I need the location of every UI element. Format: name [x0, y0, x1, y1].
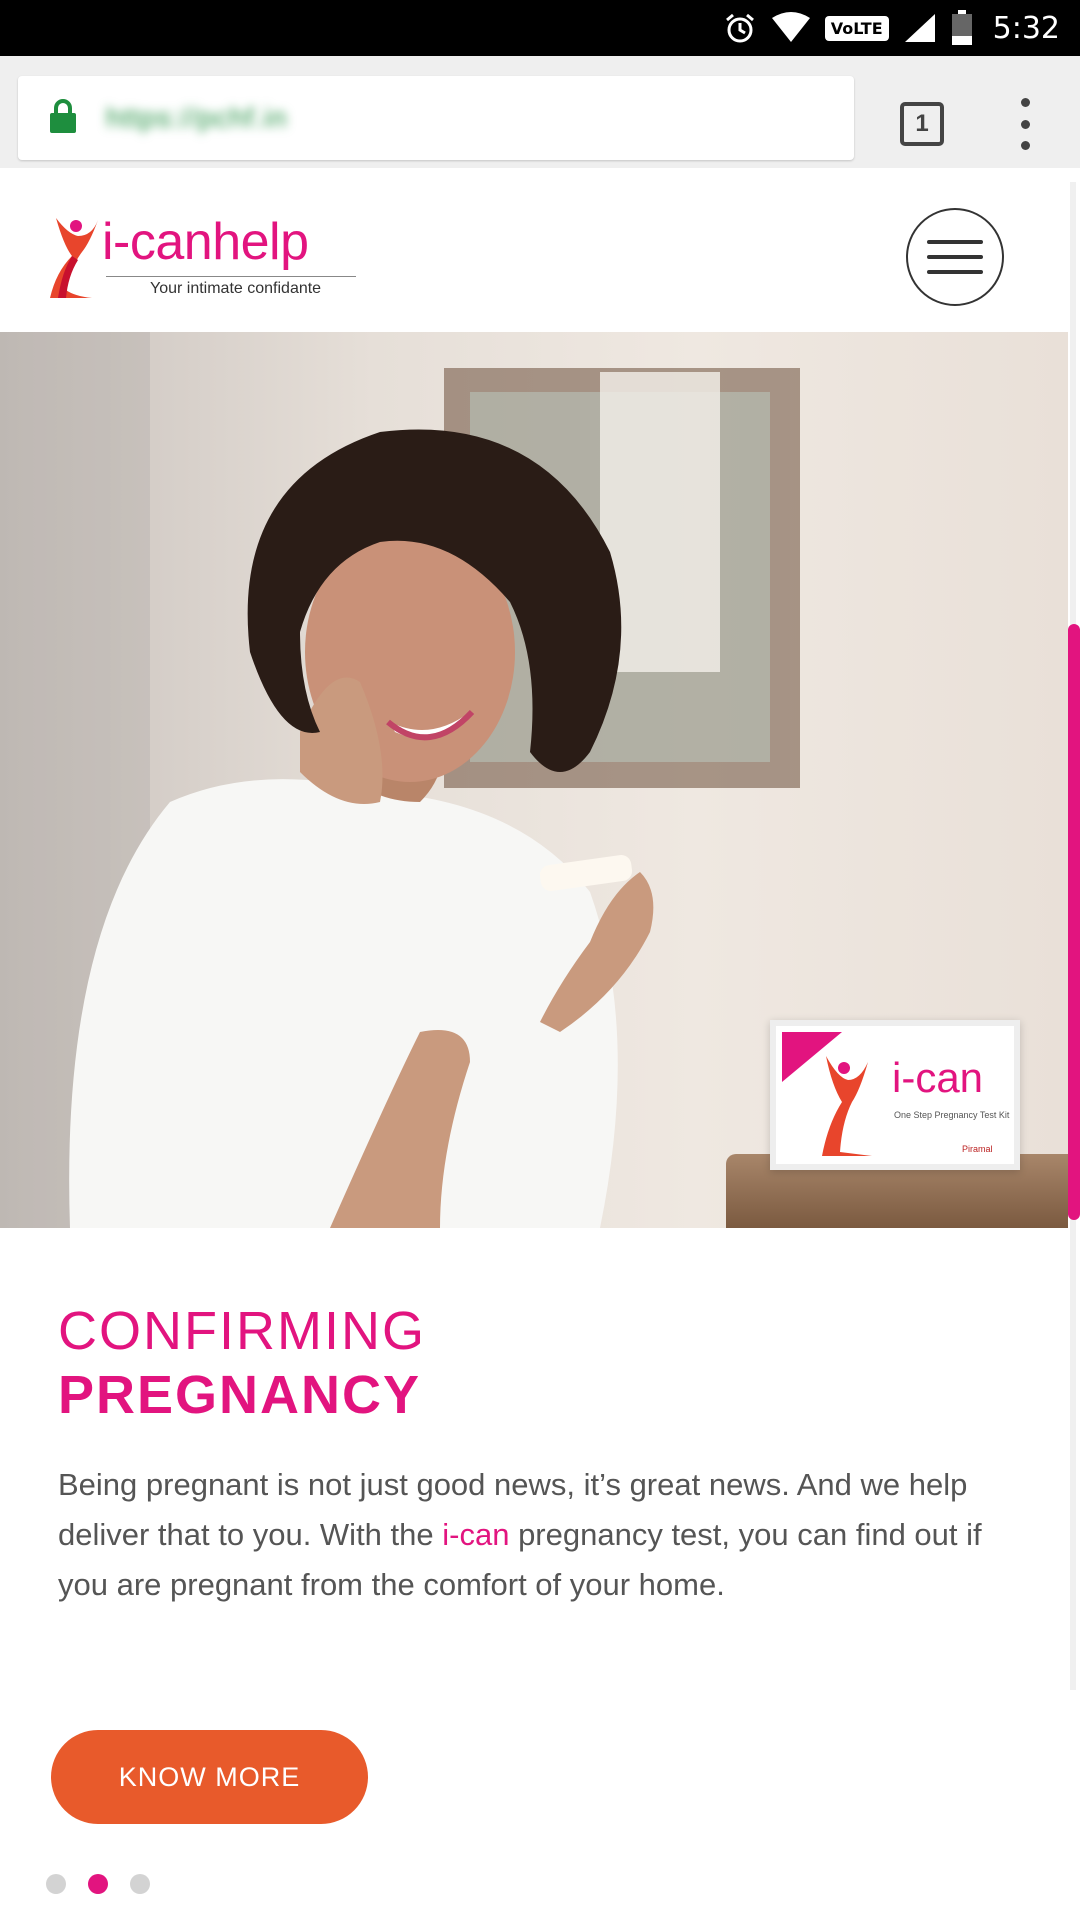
status-bar: VoLTE 5:32 [0, 0, 1080, 56]
brand-highlight: i-can [442, 1517, 510, 1552]
logo-tagline: Your intimate confidante [150, 280, 322, 297]
logo-figure-icon [50, 218, 98, 298]
overflow-menu-icon[interactable] [1010, 98, 1040, 150]
logo-divider [106, 276, 356, 277]
slide-heading-line2: PREGNANCY [58, 1365, 422, 1425]
clock: 5:32 [992, 10, 1060, 46]
carousel-dot[interactable] [130, 1874, 150, 1894]
wifi-icon [771, 12, 811, 44]
signal-icon [903, 12, 937, 44]
product-pack: i-can One Step Pregnancy Test Kit Pirama… [770, 1020, 1020, 1170]
carousel-dots [46, 1874, 150, 1894]
slide-description: Being pregnant is not just good news, it… [58, 1460, 998, 1610]
carousel-dot-active[interactable] [88, 1874, 108, 1894]
site-logo[interactable]: i-canhelp Your intimate confidante [46, 212, 366, 302]
product-brand: i-can [892, 1054, 984, 1101]
battery-icon [951, 10, 973, 46]
product-logo-icon [782, 1032, 872, 1156]
address-bar[interactable]: https://pchf.in [18, 76, 854, 160]
url-text: https://pchf.in [106, 102, 288, 133]
carousel-dot[interactable] [46, 1874, 66, 1894]
slide-heading-line1: CONFIRMING [58, 1301, 426, 1361]
browser-toolbar: https://pchf.in 1 [0, 56, 1080, 168]
hero-image: i-can One Step Pregnancy Test Kit Pirama… [0, 332, 1068, 1228]
know-more-button[interactable]: KNOW MORE [51, 1730, 368, 1824]
hamburger-menu-icon[interactable] [906, 208, 1004, 306]
product-maker: Piramal [962, 1144, 993, 1154]
alarm-icon [723, 11, 757, 45]
lock-icon [48, 98, 78, 139]
tabs-icon[interactable]: 1 [900, 102, 944, 146]
scrollbar-thumb[interactable] [1068, 624, 1080, 1220]
logo-wordmark: i-canhelp [102, 213, 309, 271]
product-subtitle: One Step Pregnancy Test Kit [894, 1110, 1010, 1120]
site-header: i-canhelp Your intimate confidante [0, 182, 1068, 332]
volte-icon: VoLTE [824, 15, 889, 41]
